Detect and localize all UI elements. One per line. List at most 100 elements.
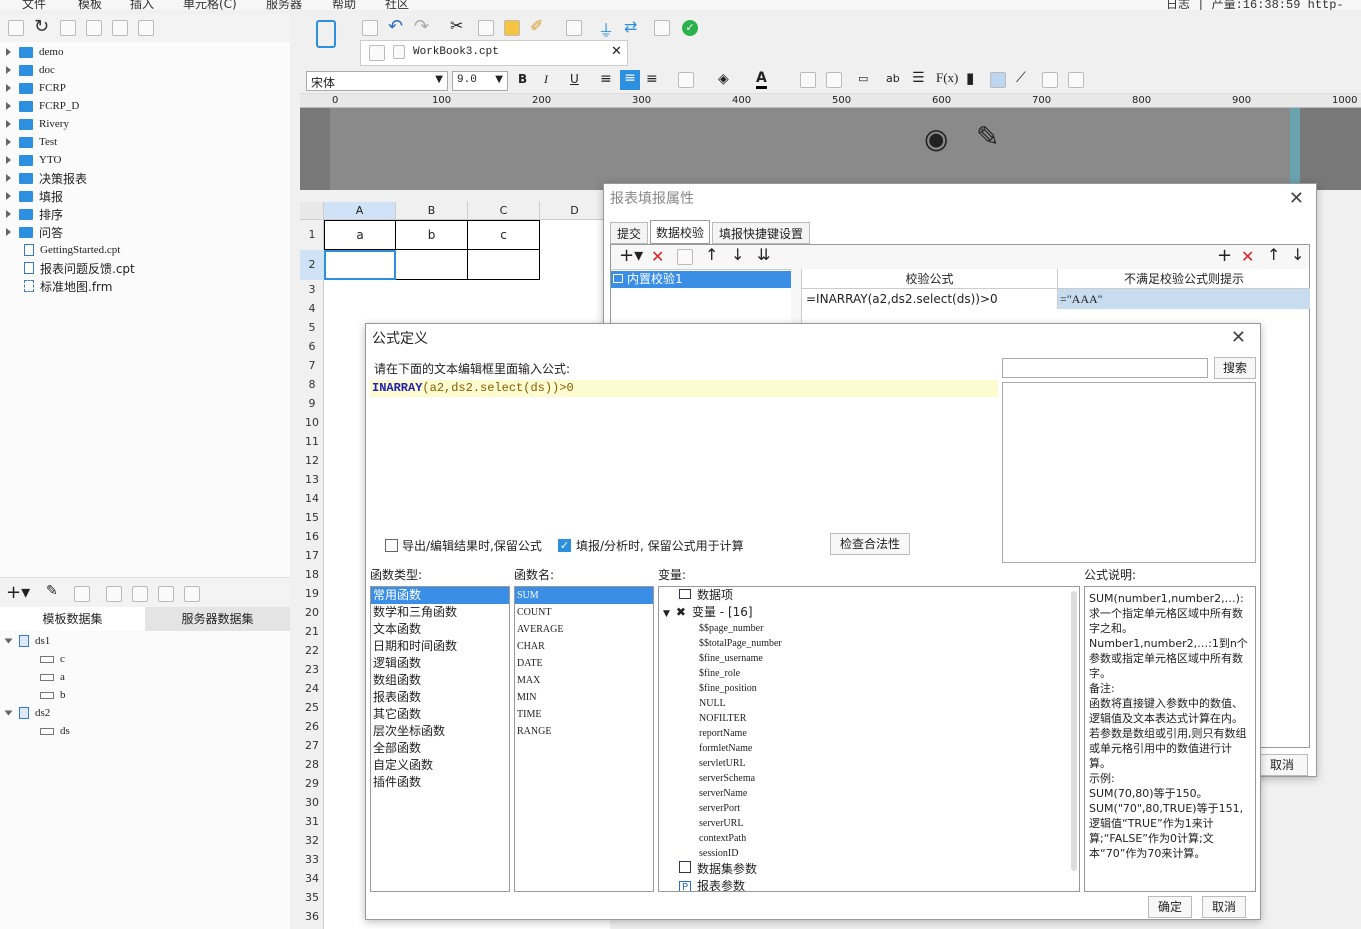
workbook-tab[interactable]: WorkBook3.cpt ✕ — [360, 40, 628, 66]
tab-template-datasets[interactable]: 模板数据集 — [0, 607, 145, 631]
field-b[interactable]: b — [40, 686, 66, 704]
delete-icon[interactable] — [112, 20, 128, 36]
merge-icon[interactable] — [800, 72, 816, 88]
dataset-ds2[interactable]: ds2 — [4, 704, 50, 722]
row-header[interactable]: 23 — [300, 660, 324, 679]
row-header[interactable]: 21 — [300, 622, 324, 641]
row-header[interactable]: 7 — [300, 356, 324, 375]
variable-item[interactable]: $$totalPage_number — [659, 636, 1079, 651]
underline-icon[interactable]: U — [570, 72, 579, 86]
variable-item[interactable]: $fine_role — [659, 666, 1079, 681]
tree-item-map[interactable]: 标准地图.frm — [24, 277, 112, 295]
fill-checkbox[interactable]: ✓ — [558, 539, 571, 552]
new-folder-icon[interactable] — [8, 20, 24, 36]
tree-item-gettingstarted[interactable]: GettingStarted.cpt — [24, 241, 120, 259]
func-type-item[interactable]: 数组函数 — [371, 672, 509, 689]
func-name-item[interactable]: MIN — [515, 689, 653, 706]
scrollbar[interactable] — [1071, 591, 1077, 871]
row-header[interactable]: 35 — [300, 888, 324, 907]
database-icon[interactable] — [158, 586, 174, 602]
menu-cell[interactable]: 单元格(C) — [183, 0, 237, 10]
expand-icon[interactable] — [6, 174, 11, 182]
fill-color-icon[interactable]: ◈ — [718, 71, 729, 87]
open-icon[interactable] — [60, 20, 76, 36]
tree-item-doc[interactable]: doc — [6, 61, 55, 79]
var-dataset-params[interactable]: 数据集参数 — [659, 861, 1079, 878]
variable-item[interactable]: NOFILTER — [659, 711, 1079, 726]
expand-icon[interactable] — [6, 66, 11, 74]
tree-item-decision[interactable]: 决策报表 — [6, 169, 87, 187]
row-header[interactable]: 22 — [300, 641, 324, 660]
font-select[interactable]: 宋体 ▼ — [306, 71, 448, 91]
row-header[interactable]: 18 — [300, 565, 324, 584]
row-header[interactable]: 11 — [300, 432, 324, 451]
redo-icon[interactable]: ↷ — [414, 16, 429, 37]
search-results[interactable] — [1002, 382, 1256, 563]
tree-item-demo[interactable]: demo — [6, 43, 63, 61]
search-button[interactable]: 搜索 — [1214, 357, 1256, 379]
select-all[interactable] — [300, 202, 324, 220]
search-icon[interactable] — [654, 20, 670, 36]
row-header[interactable]: 30 — [300, 793, 324, 812]
field-a[interactable]: a — [40, 668, 65, 686]
hide-icon[interactable]: ◉ — [924, 122, 948, 155]
row-header[interactable]: 9 — [300, 394, 324, 413]
edit-icon[interactable]: ✎ — [46, 583, 58, 599]
func-type-item[interactable]: 全部函数 — [371, 740, 509, 757]
align-center-icon[interactable]: ≡ — [620, 70, 640, 90]
parameter-area[interactable]: ◉ ✎ — [330, 108, 1300, 190]
copy-icon[interactable] — [677, 249, 693, 265]
collapse-icon[interactable] — [4, 710, 13, 716]
func-type-item[interactable]: 逻辑函数 — [371, 655, 509, 672]
delete-row-icon[interactable]: ✕ — [1241, 247, 1254, 266]
row-header[interactable]: 4 — [300, 299, 324, 318]
image-icon[interactable] — [990, 72, 1006, 88]
switch-icon[interactable]: ⇄ — [624, 17, 637, 36]
func-name-item[interactable]: CHAR — [515, 638, 653, 655]
tab-shortcuts[interactable]: 填报快捷键设置 — [712, 222, 810, 244]
collapse-icon[interactable]: ▼ — [663, 609, 670, 619]
collapse-icon[interactable] — [4, 638, 13, 644]
expand-icon[interactable] — [6, 192, 11, 200]
field-c[interactable]: c — [40, 650, 65, 668]
menu-server[interactable]: 服务器 — [266, 0, 302, 10]
row-header[interactable]: 6 — [300, 337, 324, 356]
row-header[interactable]: 12 — [300, 451, 324, 470]
var-data-item[interactable]: 数据项 — [659, 587, 1079, 604]
list-icon[interactable]: ☰ — [912, 70, 925, 86]
expand-icon[interactable] — [6, 120, 11, 128]
row-header[interactable]: 3 — [300, 280, 324, 299]
expand-icon[interactable] — [6, 210, 11, 218]
preview-icon[interactable] — [106, 586, 122, 602]
refresh-icon[interactable]: ↻ — [34, 16, 49, 37]
close-icon[interactable]: ✕ — [1289, 188, 1304, 209]
menu-insert[interactable]: 插入 — [130, 0, 154, 10]
col-header-c[interactable]: C — [468, 202, 540, 220]
func-type-item[interactable]: 日期和时间函数 — [371, 638, 509, 655]
formula-input[interactable]: INARRAY(a2,ds2.select(ds))>0 — [370, 380, 998, 397]
menu-help[interactable]: 帮助 — [332, 0, 356, 10]
row-header[interactable]: 15 — [300, 508, 324, 527]
row-header[interactable]: 8 — [300, 375, 324, 394]
row-header[interactable]: 34 — [300, 869, 324, 888]
bold-icon[interactable]: B — [518, 72, 527, 86]
field-ds[interactable]: ds — [40, 722, 70, 740]
export-checkbox[interactable] — [385, 539, 398, 552]
tree-item-sort[interactable]: 排序 — [6, 205, 63, 223]
down-arrow-icon[interactable]: ↓ — [731, 245, 744, 264]
var-variable-group[interactable]: ▼ ✖ 变量 - [16] — [659, 604, 1079, 621]
row-header[interactable]: 25 — [300, 698, 324, 717]
col-header-a[interactable]: A — [324, 202, 396, 220]
func-type-item[interactable]: 报表函数 — [371, 689, 509, 706]
menu-file[interactable]: 文件 — [22, 0, 46, 10]
func-type-item[interactable]: 插件函数 — [371, 774, 509, 791]
cell-a2[interactable] — [324, 250, 396, 280]
variable-item[interactable]: contextPath — [659, 831, 1079, 846]
chart-icon[interactable]: ▮ — [966, 69, 974, 87]
copy-icon[interactable] — [478, 20, 494, 36]
row-header[interactable]: 32 — [300, 831, 324, 850]
var-report-params[interactable]: P 报表参数 — [659, 878, 1079, 891]
ok-button[interactable]: 确定 — [1148, 896, 1192, 918]
message-cell[interactable]: ="AAA" — [1058, 289, 1310, 309]
size-select[interactable]: 9.0 ▼ — [452, 71, 508, 91]
